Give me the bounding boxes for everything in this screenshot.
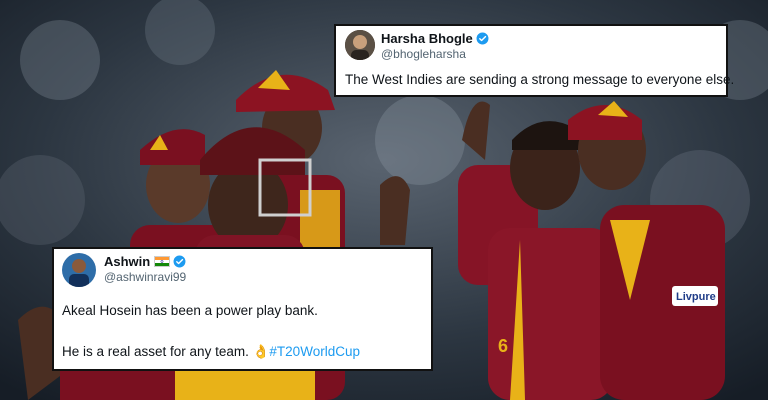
author-name: Harsha Bhogle [381, 31, 489, 48]
avatar [62, 253, 96, 287]
india-flag-icon [154, 256, 171, 267]
sponsor-logo-text: Livpure [676, 291, 716, 303]
hashtag-link[interactable]: #T20WorldCup [269, 344, 360, 359]
raised-hand-left-group [380, 176, 410, 245]
tweet-card-ashwin: Ashwin @ashwinravi99 Akeal Hosein has be… [52, 247, 433, 371]
avatar [345, 30, 375, 60]
tweet-text-line-2: He is a real asset for any team. 👌#T20Wo… [62, 344, 360, 359]
ok-hand-emoji: 👌 [252, 344, 270, 359]
player-number: 6 [498, 336, 508, 356]
author-handle: @ashwinravi99 [104, 270, 187, 284]
tweet-text: The West Indies are sending a strong mes… [345, 72, 735, 87]
verified-badge-icon [173, 255, 186, 271]
verified-badge-icon [476, 32, 489, 48]
tweet-card-harsha: Harsha Bhogle @bhogleharsha The West Ind… [334, 24, 734, 97]
author-name: Ashwin [104, 254, 186, 271]
author-handle: @bhogleharsha [381, 47, 466, 61]
tweet-text-line-1: Akeal Hosein has been a power play bank. [62, 303, 318, 318]
